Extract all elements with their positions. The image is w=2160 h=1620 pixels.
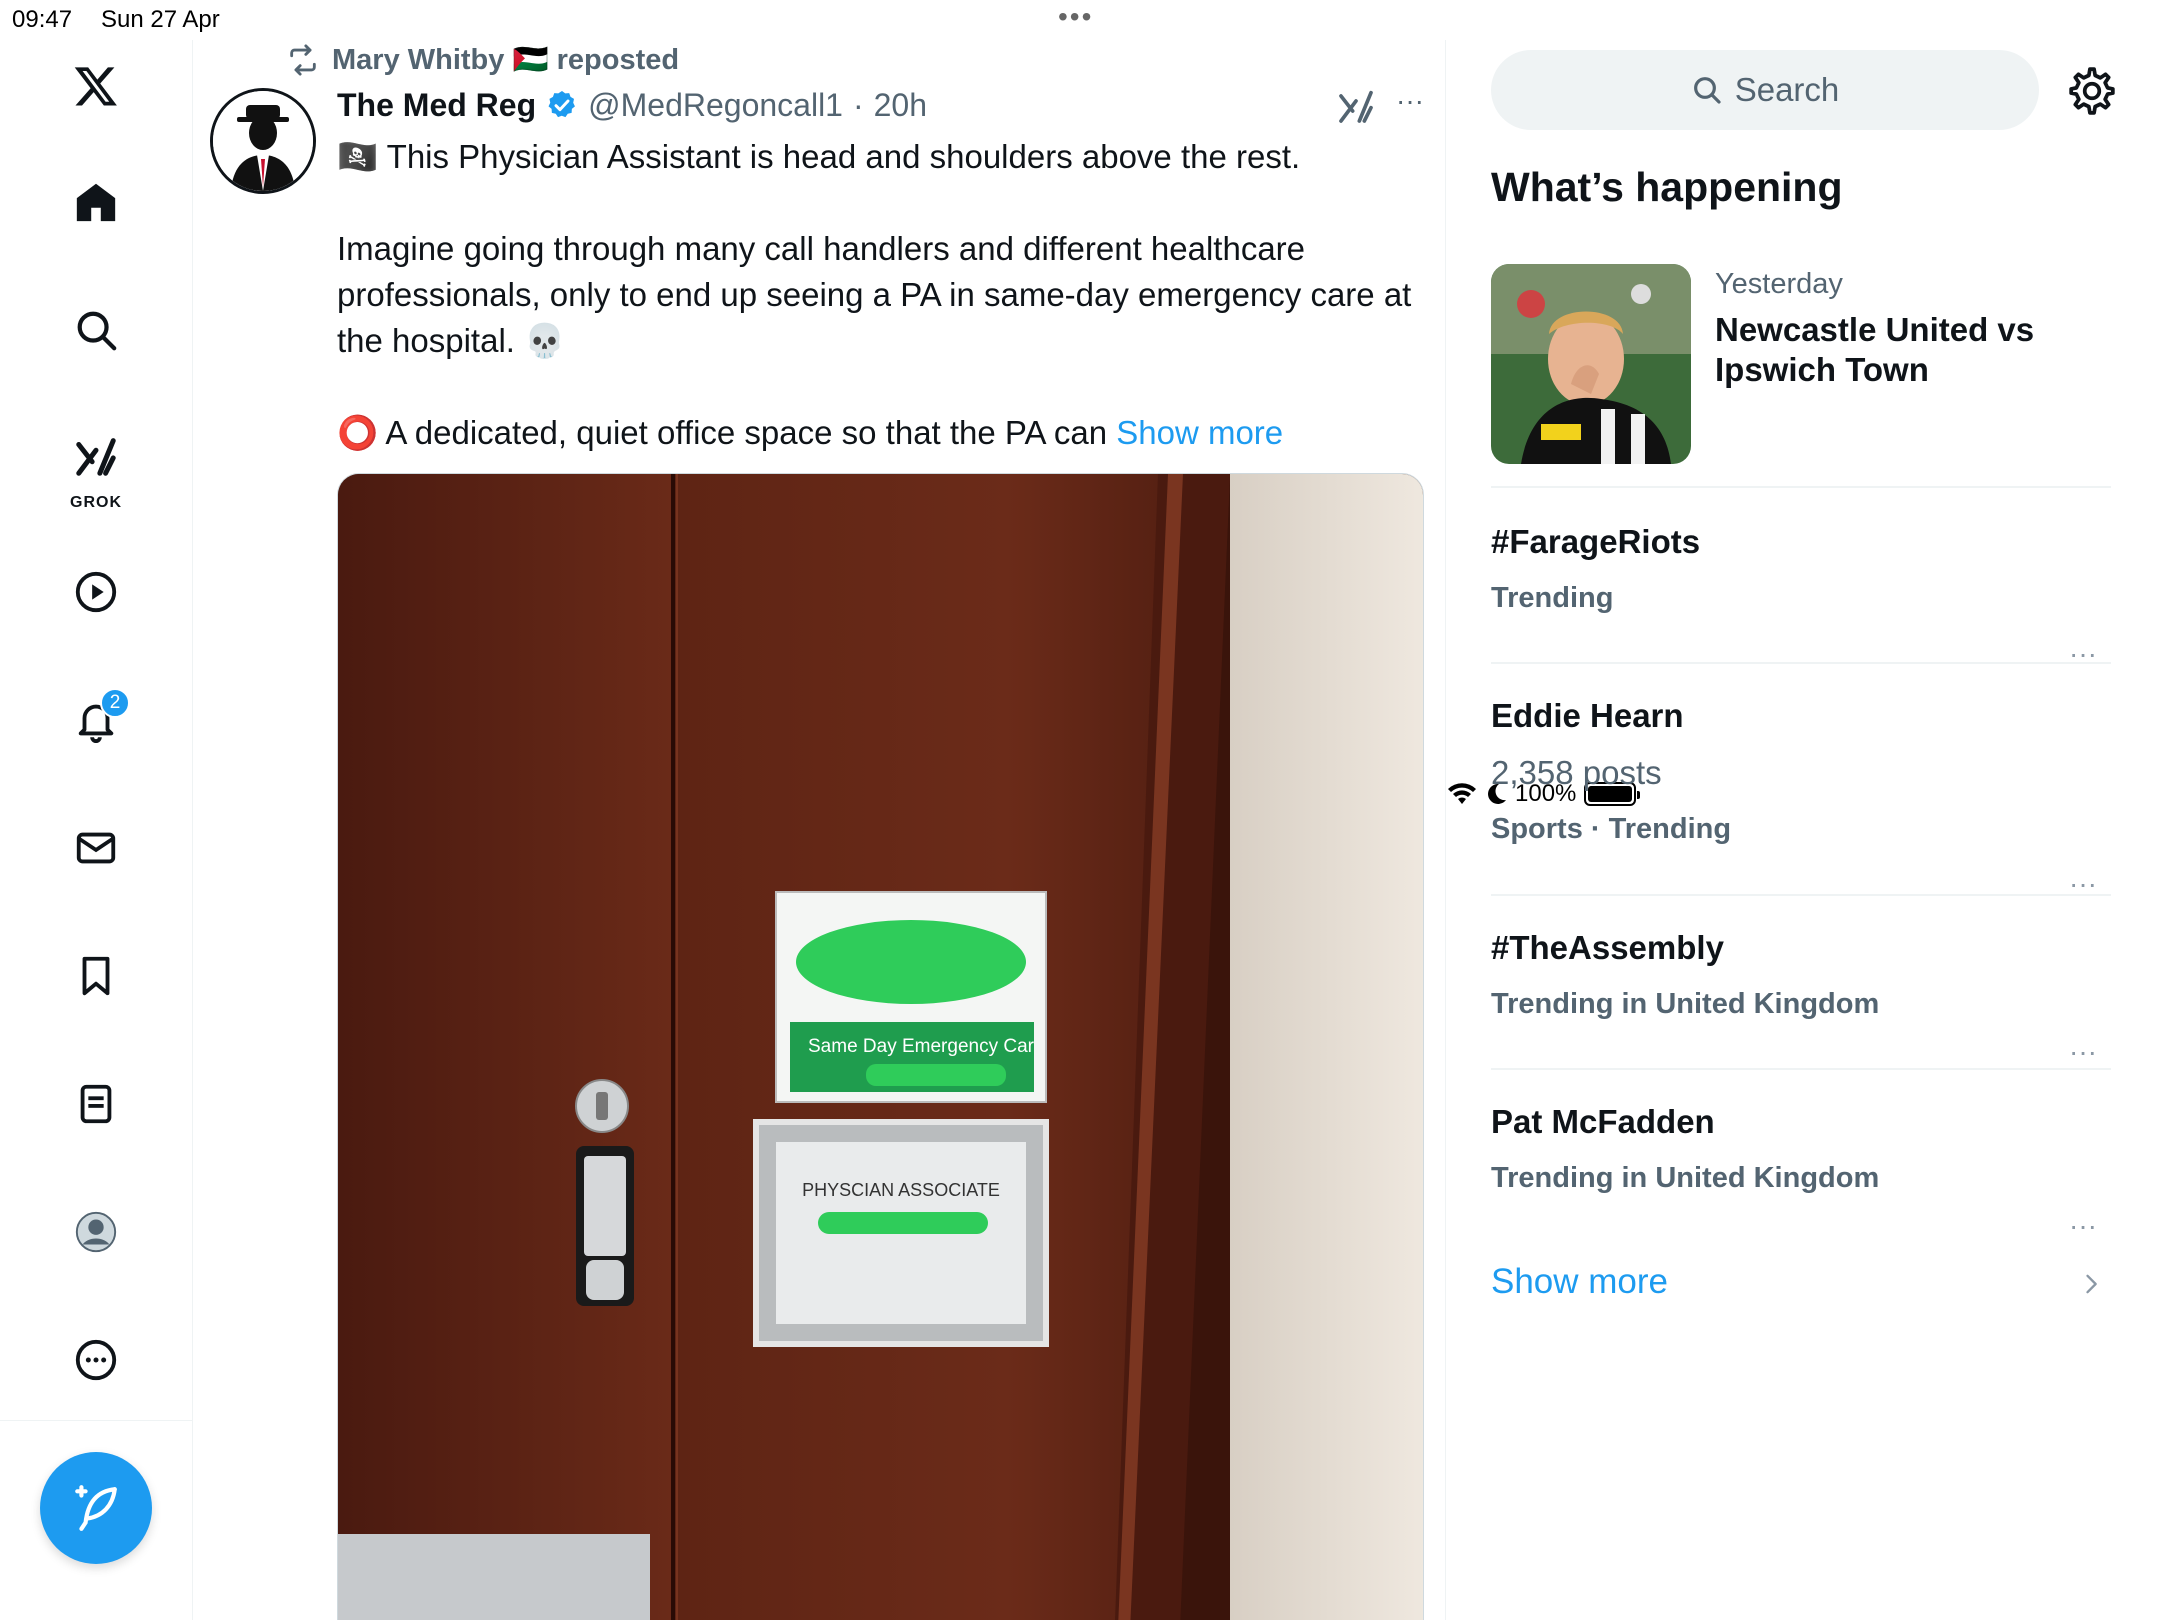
x-logo[interactable] [56, 46, 136, 126]
trend-title: Pat McFadden [1491, 1103, 1715, 1140]
trend-more-icon[interactable]: ··· [2069, 1212, 2097, 1240]
left-nav: GROK 2 [0, 40, 193, 1620]
notification-badge: 2 [100, 688, 130, 718]
news-item[interactable]: Yesterday Newcastle United vs Ipswich To… [1491, 264, 2111, 464]
sign-top-text: Same Day Emergency Car [808, 1036, 1035, 1057]
trend-meta: Trending [1491, 582, 1614, 614]
trend-more-icon[interactable]: ··· [2069, 870, 2097, 898]
trend-title: #TheAssembly [1491, 929, 1724, 966]
grok-label: GROK [70, 494, 122, 511]
profile-avatar-icon [75, 1211, 117, 1253]
divider [1491, 1068, 2111, 1070]
show-more-link[interactable]: Show more [1116, 414, 1283, 451]
multitask-dots[interactable]: ••• [1058, 3, 1093, 31]
tweet-line-2: Imagine going through many call handlers… [337, 230, 1412, 359]
main-timeline: Mary Whitby 🇵🇸 reposted The Med Reg @Med… [194, 40, 1446, 1620]
grok-icon [76, 438, 116, 476]
section-title: What’s happening [1491, 164, 1843, 210]
compose-feather-icon [75, 1485, 117, 1531]
video-play-icon [75, 571, 117, 613]
search-input[interactable]: Search [1491, 50, 2039, 130]
verified-badge-icon [548, 91, 576, 118]
right-sidebar: Search What’s happening Yesterday Newcas… [1447, 40, 2160, 1620]
status-date: Sun 27 Apr [101, 6, 220, 33]
home-icon [76, 183, 116, 222]
tweet-more-icon[interactable]: ··· [1390, 87, 1430, 118]
x-logo-icon [74, 67, 117, 106]
nav-home[interactable] [56, 162, 136, 242]
repost-icon [290, 44, 316, 76]
trend-item[interactable]: #TheAssembly Trending in United Kingdom … [1491, 928, 2111, 1068]
show-more-trends[interactable]: Show more [1491, 1262, 2111, 1308]
nav-lists[interactable] [56, 1064, 136, 1144]
news-headline: Newcastle United vs Ipswich Town [1715, 311, 2035, 388]
status-time: 09:47 [12, 6, 73, 33]
tweet-image[interactable]: Same Day Emergency Car PHYSCIAN ASSOCIAT… [337, 473, 1424, 1620]
trend-item[interactable]: #FarageRiots Trending ··· [1491, 522, 2111, 670]
divider [1491, 894, 2111, 896]
grok-explain-icon[interactable] [1336, 86, 1376, 126]
office-door-photo: Same Day Emergency Car PHYSCIAN ASSOCIAT… [338, 474, 1423, 1620]
nav-more[interactable] [56, 1320, 136, 1400]
trend-item[interactable]: Pat McFadden Trending in United Kingdom … [1491, 1102, 2111, 1242]
divider [1491, 662, 2111, 664]
tweet-line-1: 🏴‍☠️ This Physician Assistant is head an… [337, 138, 1301, 175]
nav-notifications[interactable]: 2 [56, 680, 136, 760]
more-circle-icon [75, 1339, 117, 1381]
tweet-line-3: ⭕ A dedicated, quiet office space so tha… [337, 410, 1417, 456]
trend-meta: Trending in United Kingdom [1491, 988, 1880, 1020]
show-more-label: Show more [1491, 1262, 1669, 1301]
anonymous-man-avatar-icon [213, 91, 313, 191]
trend-more-icon[interactable]: ··· [2069, 640, 2097, 668]
trend-more-icon[interactable]: ··· [2069, 1038, 2097, 1066]
nav-grok[interactable]: GROK [56, 418, 136, 514]
reposted-by-label: Mary Whitby 🇵🇸 reposted [332, 44, 680, 76]
nav-messages[interactable] [56, 808, 136, 888]
bookmark-icon [82, 956, 110, 996]
author-handle[interactable]: @MedRegoncall1 [588, 87, 843, 124]
search-icon [77, 311, 117, 351]
repost-indicator[interactable]: Mary Whitby 🇵🇸 reposted [286, 40, 679, 80]
nav-profile[interactable] [56, 1192, 136, 1272]
search-placeholder: Search [1734, 71, 1840, 108]
trend-item[interactable]: Eddie Hearn 2,358 posts Sports · Trendin… [1491, 696, 2111, 900]
trend-meta: Sports · Trending [1491, 813, 1732, 845]
nav-bookmarks[interactable] [56, 936, 136, 1016]
compose-button[interactable] [40, 1452, 152, 1564]
nav-explore[interactable] [56, 290, 136, 370]
nav-video[interactable] [56, 552, 136, 632]
mail-icon [76, 832, 116, 864]
search-icon [1693, 77, 1721, 104]
author-name[interactable]: The Med Reg [337, 87, 536, 124]
tweet-body: 🏴‍☠️ This Physician Assistant is head an… [337, 134, 1417, 456]
header-separator: · [852, 86, 864, 123]
gear-icon[interactable] [2067, 66, 2117, 116]
news-thumbnail [1491, 264, 1691, 464]
trend-posts: 2,358 posts [1491, 754, 1662, 791]
footballer-photo [1491, 264, 1691, 464]
nav-divider [0, 1420, 193, 1421]
status-bar: 09:47 Sun 27 Apr ••• 100% [0, 0, 2160, 807]
divider [1491, 486, 2111, 488]
trend-meta: Trending in United Kingdom [1491, 1162, 1880, 1194]
news-when: Yesterday [1715, 268, 1843, 300]
sign-bottom-text: PHYSCIAN ASSOCIATE [802, 1180, 1000, 1200]
trend-title: #FarageRiots [1491, 523, 1701, 560]
trend-title: Eddie Hearn [1491, 697, 1684, 734]
tweet-header: The Med Reg @MedRegoncall1 · 20h [337, 82, 927, 128]
author-avatar[interactable] [210, 88, 316, 194]
list-icon [80, 1084, 112, 1124]
tweet-time[interactable]: 20h [874, 87, 927, 124]
tweet-line-3-text: ⭕ A dedicated, quiet office space so tha… [337, 414, 1117, 451]
chevron-right-icon [2086, 1274, 2097, 1294]
